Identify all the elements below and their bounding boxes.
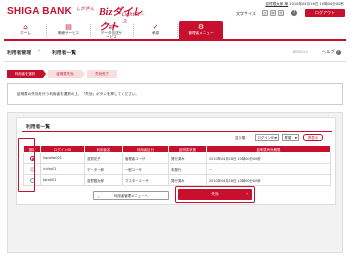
chevron-right-icon: › (246, 192, 248, 197)
text-size-medium-button[interactable]: 中 (270, 10, 276, 16)
user-type-cell: 管理者ユーザ (122, 152, 169, 164)
cert-status-cell: 未発行 (168, 163, 207, 175)
column-header: 証明書状態 (168, 145, 207, 153)
sort-label: 並び順： (235, 136, 249, 140)
chevron-down-icon: ▼ (294, 136, 297, 140)
last-login-time: 2010年04月18日 10時00分00秒 (289, 2, 344, 6)
login-id-cell: haneko001 (40, 152, 85, 164)
help-link[interactable]: ヘルプ? (322, 49, 341, 55)
select-column-highlight (18, 138, 35, 192)
table-row: haneko001 滋賀花子 管理者ユーザ 発行済み 2010年04月18日 1… (23, 152, 331, 164)
login-id-cell: ichiro01 (40, 163, 85, 175)
step-revoke-complete: 失効完了 (87, 70, 117, 78)
cert-expiry-cell: － (206, 163, 331, 175)
column-header: 証明書有効期限 (206, 145, 331, 153)
nav-divider (133, 24, 134, 37)
back-to-user-management-button[interactable]: ‹ 利用者管理メニューへ (93, 191, 169, 200)
breadcrumb-section: 利用者管理 (7, 51, 31, 56)
nav-item-label: 管理者メニュー (188, 31, 214, 35)
cert-expiry-cell: 2010年04月18日 10時00分00秒 (206, 174, 331, 186)
chevron-down-icon: ▼ (274, 136, 277, 140)
cert-status-cell: 発行済み (168, 152, 207, 164)
instruction-text: 証明書の失効を行う利用者を選択の上、「失効」ボタンを押してください。 (17, 92, 139, 96)
cert-status-cell: 発行済み (168, 174, 207, 186)
divider (4, 61, 346, 62)
step-revoke-certificate: 証明書失効 (48, 70, 82, 78)
screen-id: BRSK019 (293, 50, 308, 54)
table-header-row: 選択 ログインID 利用者名 利用者区分 証明書状態 証明書有効期限 (23, 145, 331, 153)
text-size-label: 文字サイズ (236, 11, 256, 16)
user-name-cell: 滋賀銀太郎 (84, 174, 123, 186)
sort-order-value: 昇順 (284, 136, 292, 140)
transfer-icon: ⇄ (108, 23, 115, 31)
text-size-large-button[interactable]: 大 (278, 10, 284, 16)
chevron-left-icon: ‹ (98, 194, 100, 199)
redisplay-button[interactable]: 再表示 (303, 134, 323, 141)
column-header: ログインID (40, 145, 85, 153)
help-icon[interactable]: ? (291, 10, 297, 16)
sort-order-select[interactable]: 昇順 ▼ (282, 134, 299, 141)
nav-divider (90, 24, 91, 37)
nav-divider (177, 24, 178, 37)
help-link-label: ヘルプ (322, 49, 335, 54)
column-header: 利用者名 (84, 145, 123, 153)
nav-item-label: 承認 (151, 31, 160, 35)
home-icon: ⌂ (23, 23, 28, 31)
table-row: ichiro01 データ一郎 一般ユーザ 未発行 － (23, 163, 331, 175)
page-title: 利用者一覧 (52, 51, 76, 56)
user-type-cell: 一般ユーザ (122, 163, 169, 175)
nav-divider (46, 24, 47, 37)
section-title: 利用者一覧 (26, 125, 50, 130)
revoke-button-label: 失効 (211, 192, 219, 196)
table-row: taro001 滋賀銀太郎 マスターユーザ 発行済み 2010年04月18日 1… (23, 174, 331, 186)
revoke-button-face: 失効 › (178, 189, 252, 200)
service-logo-prefix: しがぎん (76, 7, 94, 12)
back-button-label: 利用者管理メニューへ (114, 194, 148, 198)
help-icon: ? (335, 50, 341, 55)
page-header: 利用者管理 › 利用者一覧 BRSK019 ヘルプ? (4, 45, 346, 57)
sort-key-select[interactable]: ログインID ▼ (255, 134, 279, 141)
user-name-cell: データ一郎 (84, 163, 123, 175)
login-id-cell: taro001 (40, 174, 85, 186)
nav-item-home[interactable]: ⌂ ホーム (6, 21, 45, 39)
global-nav: ⌂ ホーム ▤ 明細サービス ⇄ データ伝送サービス ✓ 承認 ⚙ 管理者メニュ… (4, 21, 346, 41)
user-name-cell: 滋賀花子 (84, 152, 123, 164)
approval-icon: ✓ (152, 23, 159, 31)
step-arrow-icon (43, 70, 46, 78)
logout-button[interactable]: ログアウト (305, 9, 345, 17)
user-name-link[interactable]: 滋賀銀太郎 様 (265, 2, 288, 6)
user-table: 選択 ログインID 利用者名 利用者区分 証明書状態 証明書有効期限 hanek… (23, 145, 331, 186)
nav-item-admin-menu[interactable]: ⚙ 管理者メニュー (179, 21, 223, 39)
nav-item-label: ホーム (20, 31, 31, 35)
bank-logo: SHIGA BANK (7, 6, 72, 17)
nav-item-label: データ伝送サービス (100, 31, 123, 39)
text-size-small-button[interactable]: 小 (262, 10, 268, 16)
section-divider (22, 131, 332, 132)
service-logo: しがぎん Bizダイレクト Lightコース (76, 3, 146, 33)
step-select-user: 利用者を選択 (7, 70, 43, 78)
column-header: 利用者区分 (122, 145, 169, 153)
sort-key-value: ログインID (257, 136, 275, 140)
user-list-panel: 利用者一覧 並び順： ログインID ▼ 昇順 ▼ 再表示 選択 ログインID 利用者… (7, 112, 343, 253)
user-info: 滋賀銀太郎 様 2010年04月18日 10時00分00秒 (265, 2, 344, 7)
admin-icon: ⚙ (197, 23, 205, 31)
nav-item-statements[interactable]: ▤ 明細サービス (49, 21, 88, 39)
instruction-box: 証明書の失効を行う利用者を選択の上、「失効」ボタンを押してください。 (7, 83, 343, 105)
user-type-cell: マスターユーザ (122, 174, 169, 186)
nav-item-approval[interactable]: ✓ 承認 (136, 21, 175, 39)
step-arrow-icon (82, 70, 85, 78)
breadcrumb-arrow-icon: › (38, 49, 40, 54)
cert-expiry-cell: 2010年04月18日 10時00分00秒 (206, 152, 331, 164)
revoke-button[interactable]: 失効 › (175, 186, 255, 203)
nav-item-label: 明細サービス (57, 31, 80, 35)
nav-item-data-transfer[interactable]: ⇄ データ伝送サービス (92, 21, 131, 39)
document-icon: ▤ (65, 23, 72, 31)
